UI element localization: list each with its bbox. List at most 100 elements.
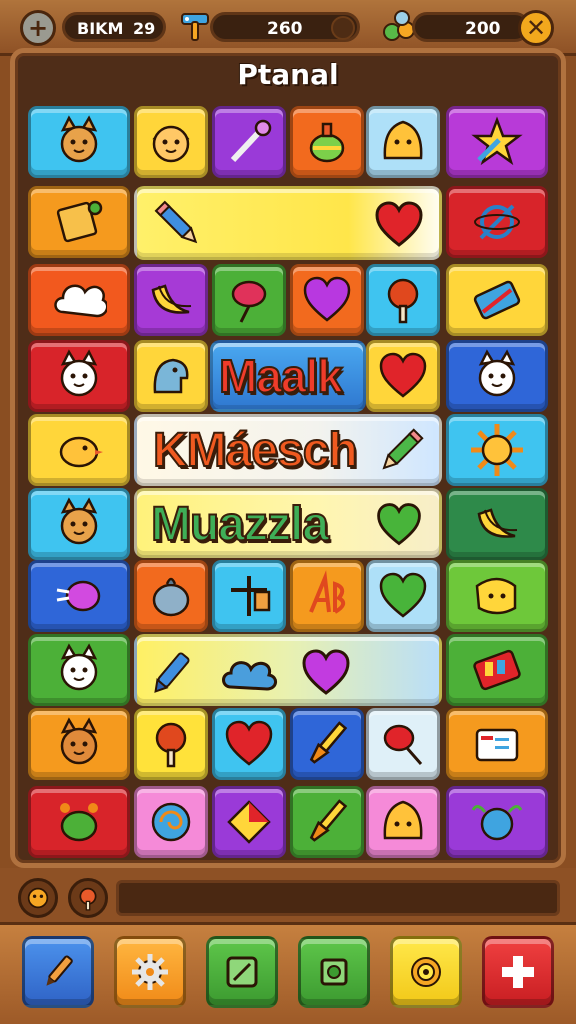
spellbook-icon — [56, 200, 103, 243]
tile-glyph[interactable] — [290, 560, 364, 632]
medical-kit-icon — [475, 728, 519, 762]
word-kmaesch: KMáesch — [152, 423, 359, 478]
image-icon — [226, 956, 258, 988]
banana-icon — [477, 508, 518, 538]
settings-icon — [320, 958, 348, 986]
gear-button[interactable] — [114, 936, 186, 1008]
gems-value: 200 — [465, 19, 501, 39]
tile-magic-wand[interactable] — [212, 106, 286, 178]
tile-cat-face[interactable] — [28, 708, 130, 780]
tile-medical-kit[interactable] — [446, 708, 548, 780]
boy-face-icon — [152, 125, 190, 163]
add-button[interactable] — [482, 936, 554, 1008]
settings-button[interactable] — [298, 936, 370, 1008]
add-button[interactable]: + — [20, 10, 56, 46]
drumstick-icon — [79, 887, 97, 911]
coins-value: 260 — [267, 19, 303, 39]
tile-green-heart[interactable] — [366, 560, 440, 632]
target-icon — [411, 957, 441, 987]
target-button[interactable] — [390, 936, 462, 1008]
tile-dog-face[interactable] — [446, 560, 548, 632]
tile-cross-glyph[interactable] — [212, 560, 286, 632]
tile-cloud[interactable] — [28, 264, 130, 336]
tile-ice-pop[interactable] — [366, 264, 440, 336]
sun-icon — [471, 424, 523, 476]
tile-cat-face[interactable] — [28, 106, 130, 178]
banana-icon — [151, 284, 192, 314]
tile-elephant[interactable] — [134, 340, 208, 412]
word-maalk: Maalk — [218, 349, 344, 403]
tile-sun[interactable] — [446, 414, 548, 486]
close-icon: ✕ — [525, 14, 547, 42]
crossed-planet-icon — [474, 204, 520, 240]
paint-box-icon — [473, 649, 521, 691]
word-banner-lower — [134, 634, 442, 706]
word-banner-kmaesch: KMáesch — [134, 414, 442, 486]
tile-meat[interactable] — [366, 708, 440, 780]
red-heart-icon — [225, 720, 273, 766]
tile-green-potion[interactable] — [290, 106, 364, 178]
meat-icon — [383, 724, 423, 765]
tile-paintbrush[interactable] — [290, 786, 364, 858]
dog-face-icon — [475, 577, 517, 615]
tile-blue-bug[interactable] — [446, 786, 548, 858]
mini-slot-1[interactable] — [18, 878, 58, 918]
green-bug-icon — [60, 803, 98, 842]
turnip-icon — [152, 577, 190, 617]
bottom-strip — [0, 868, 576, 924]
yellow-blob-icon — [383, 120, 423, 160]
tile-red-heart[interactable] — [212, 708, 286, 780]
coins-pill: 260 — [210, 12, 360, 42]
tile-spellbook[interactable] — [28, 186, 130, 258]
tile-yellow-blob[interactable] — [366, 106, 440, 178]
word-muazzla: Muazzla — [150, 497, 330, 552]
tile-heart[interactable] — [366, 340, 440, 412]
tile-crossed-planet[interactable] — [446, 186, 548, 258]
crayon-icon — [154, 652, 190, 693]
pencil-icon — [46, 955, 73, 986]
paintbrush-icon — [309, 721, 348, 764]
lollipop-icon — [231, 280, 267, 323]
cat-face-icon — [60, 349, 98, 397]
green-heart-icon — [379, 572, 427, 618]
close-button[interactable]: ✕ — [518, 10, 554, 46]
tile-cat-face[interactable] — [28, 634, 130, 706]
tile-banana[interactable] — [446, 488, 548, 560]
tile-turnip[interactable] — [134, 560, 208, 632]
tile-green-bug[interactable] — [28, 786, 130, 858]
tile-boy-face[interactable] — [134, 106, 208, 178]
pencil-icon — [382, 428, 424, 470]
tile-chick[interactable] — [28, 414, 130, 486]
heart-icon — [379, 352, 427, 398]
cat-face-icon — [60, 115, 98, 163]
cat-face-icon — [478, 349, 516, 397]
glyph-icon — [309, 570, 346, 614]
tile-paintbrush[interactable] — [290, 708, 364, 780]
tile-cat-face[interactable] — [446, 340, 548, 412]
tile-ice-pop[interactable] — [134, 708, 208, 780]
gems-pill: 200 — [412, 12, 530, 42]
tile-cat-face[interactable] — [28, 488, 130, 560]
tile-chest[interactable] — [446, 264, 548, 336]
tile-paint-box[interactable] — [446, 634, 548, 706]
mini-slot-2[interactable] — [68, 878, 108, 918]
cat-face-icon — [60, 643, 98, 691]
green-potion-icon — [309, 122, 345, 163]
tile-kite[interactable] — [212, 786, 286, 858]
tile-lollipop[interactable] — [212, 264, 286, 336]
tile-purple-heart[interactable] — [290, 264, 364, 336]
ice-pop-icon — [155, 722, 187, 768]
tile-swirl-candy[interactable] — [134, 786, 208, 858]
pencil-tool-button[interactable] — [22, 936, 94, 1008]
tile-banana[interactable] — [134, 264, 208, 336]
tile-cat-face[interactable] — [28, 340, 130, 412]
tile-blob-face[interactable] — [366, 786, 440, 858]
message-bar — [116, 880, 560, 916]
purple-heart-icon — [302, 649, 350, 695]
hammer-icon — [181, 13, 209, 41]
tile-jelly-splash[interactable] — [28, 560, 130, 632]
image-button[interactable] — [206, 936, 278, 1008]
word-banner-maalk: Maalk — [210, 340, 366, 412]
elephant-icon — [153, 358, 189, 394]
tile-star-arrow[interactable] — [446, 106, 548, 178]
